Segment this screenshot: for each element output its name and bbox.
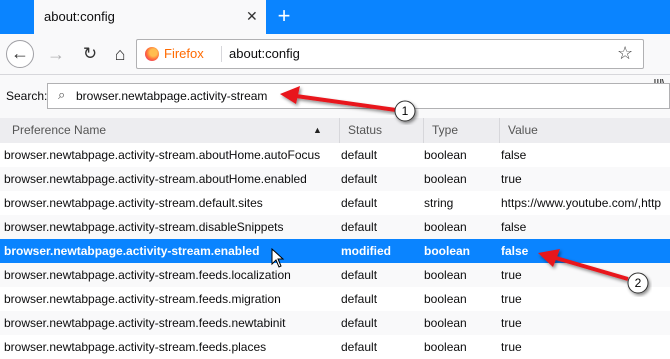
callout-number: 1 xyxy=(402,104,409,118)
callout-marker-1: 1 xyxy=(394,100,416,122)
annotation-overlay: 1 2 xyxy=(280,86,649,294)
callout-marker-2: 2 xyxy=(627,272,649,294)
callout-number: 2 xyxy=(635,276,642,290)
annotation-arrow-2 xyxy=(538,249,629,281)
annotation-arrow-1 xyxy=(280,86,397,112)
